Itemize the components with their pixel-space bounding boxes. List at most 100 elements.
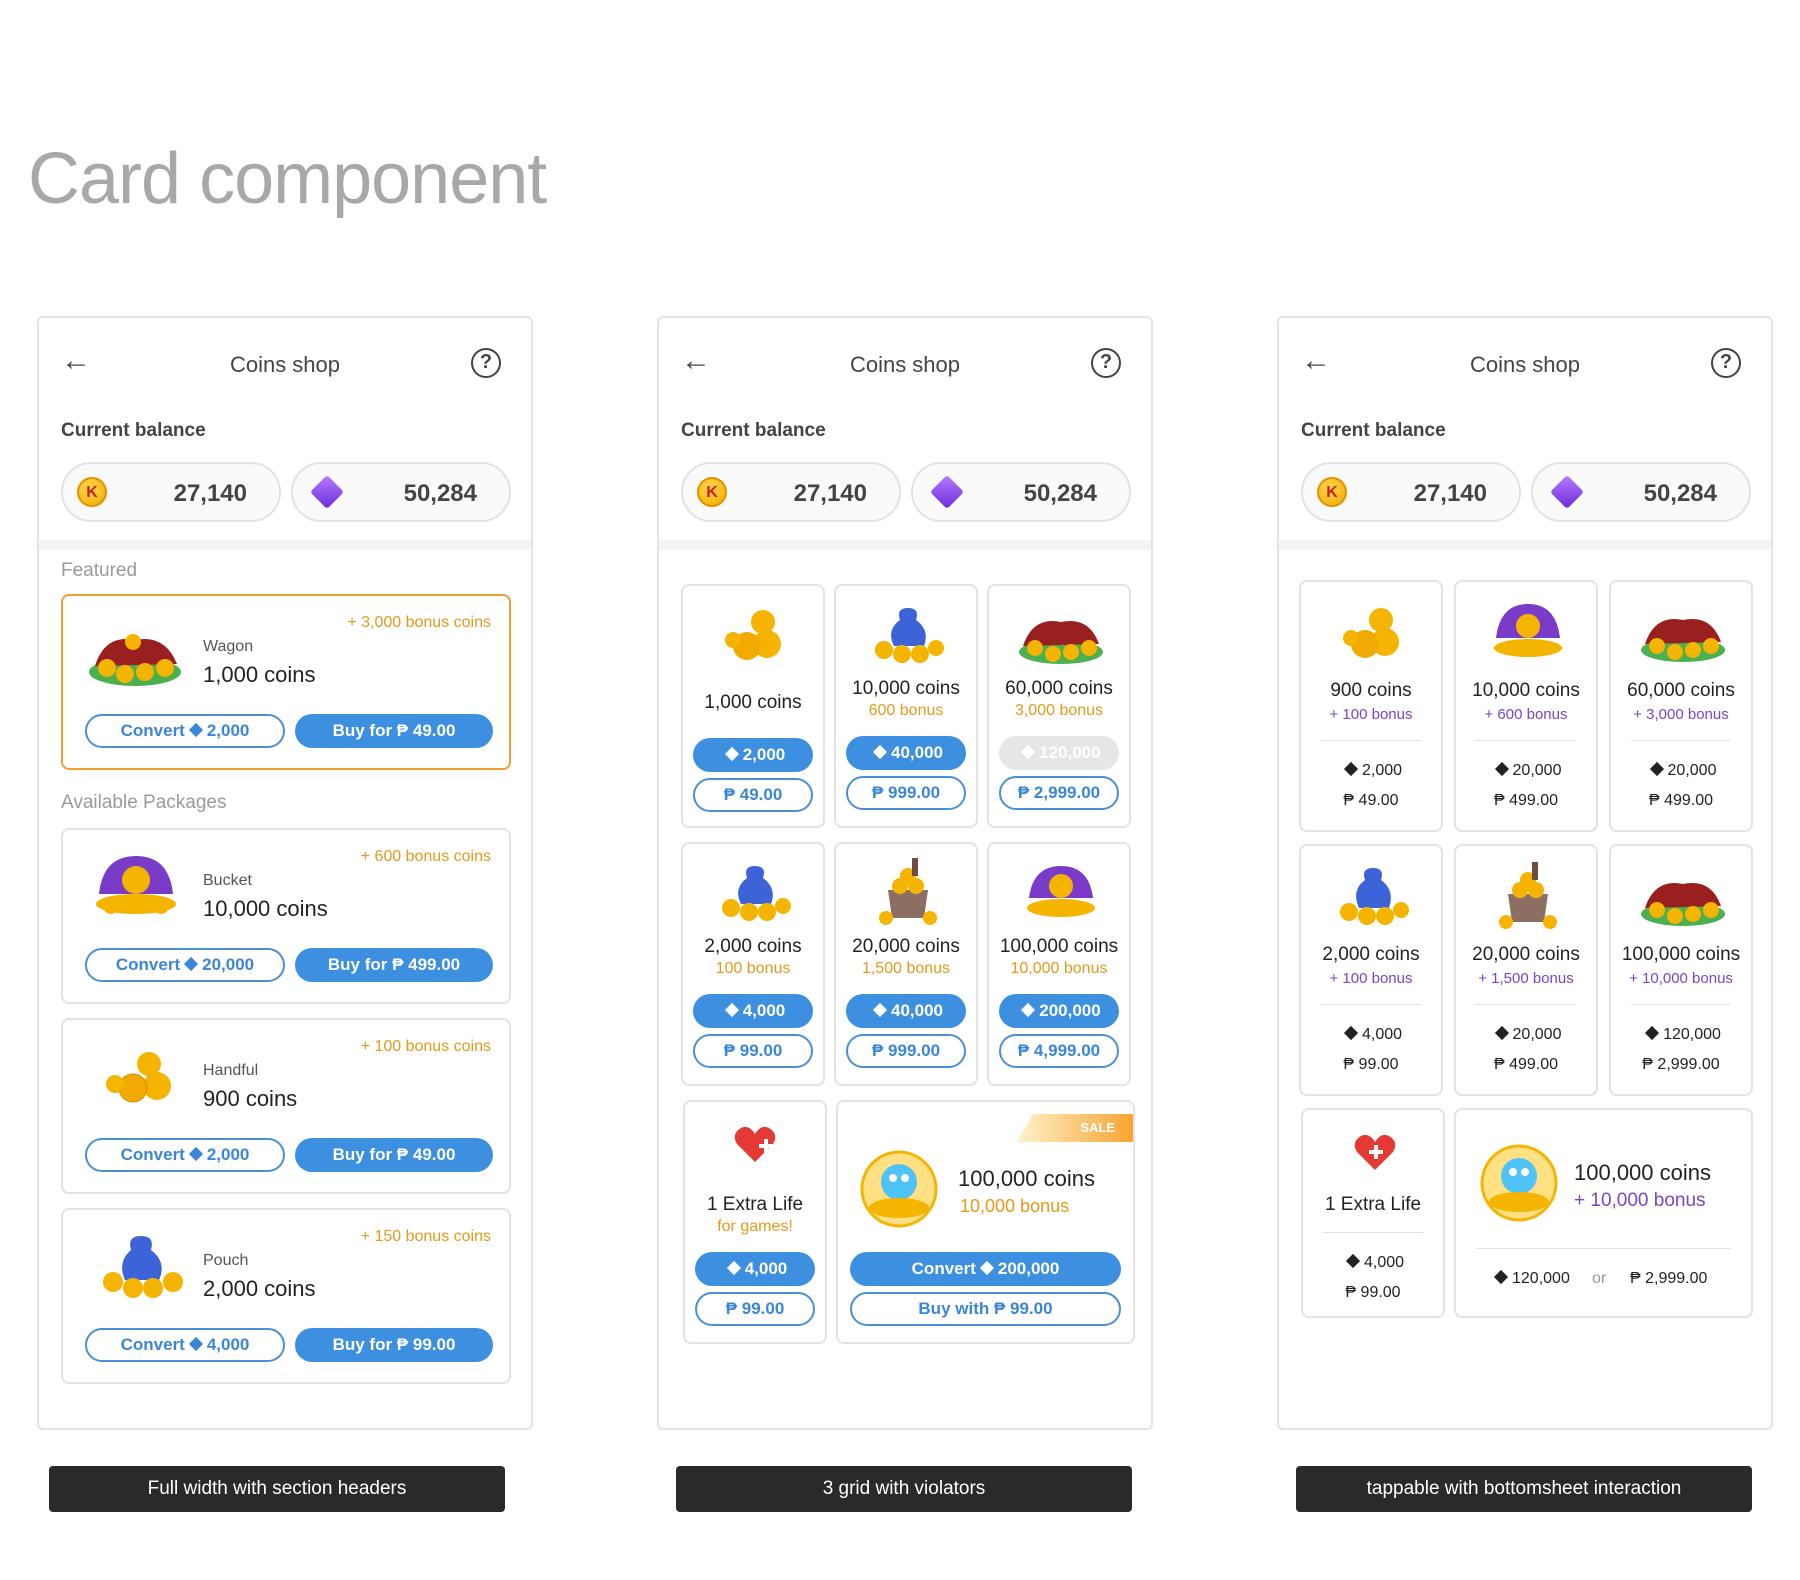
gem-icon xyxy=(310,475,344,509)
tappable-card[interactable]: 100,000 coins + 10,000 bonus 120,000 ₱ 2… xyxy=(1609,844,1753,1096)
buy-button[interactable]: Buy for ₱ 499.00 xyxy=(295,948,493,982)
convert-button[interactable]: Convert 4,000 xyxy=(85,1328,285,1362)
convert-value: 2,000 xyxy=(206,721,250,740)
price-button[interactable]: ₱ 4,999.00 xyxy=(999,1034,1119,1068)
gem-buy-button[interactable]: 200,000 xyxy=(999,994,1119,1028)
package-name: Handful xyxy=(203,1062,259,1079)
package-card-bucket: + 600 bonus coins Bucket 10,000 coins Co… xyxy=(61,828,511,1004)
big-package-card[interactable]: 100,000 coins + 10,000 bonus 120,000 or … xyxy=(1454,1108,1753,1318)
gem-icon xyxy=(1493,1269,1509,1285)
divider xyxy=(1476,1248,1731,1249)
tappable-card[interactable]: 900 coins + 100 bonus 2,000 ₱ 49.00 xyxy=(1299,580,1443,832)
divider xyxy=(659,540,1151,550)
bonus-label: + 600 bonus coins xyxy=(360,848,491,865)
help-icon[interactable]: ? xyxy=(1711,348,1741,378)
grid-card[interactable]: 2,000 coins 100 bonus 4,000 ₱ 99.00 xyxy=(681,842,825,1086)
price-button[interactable]: ₱ 999.00 xyxy=(846,776,966,810)
gem-buy-button[interactable]: 40,000 xyxy=(846,736,966,770)
price-button[interactable]: ₱ 2,999.00 xyxy=(999,776,1119,810)
buy-button[interactable]: Buy for ₱ 49.00 xyxy=(295,714,493,748)
extra-life-card[interactable]: 1 Extra Life for games! 4,000 ₱ 99.00 xyxy=(683,1100,827,1344)
mascot-coins-icon xyxy=(860,1150,938,1228)
sale-card[interactable]: SALE 100,000 coins 10,000 bonus Convert 2… xyxy=(836,1100,1135,1344)
extra-life-subtitle: for games! xyxy=(717,1218,793,1235)
buy-button[interactable]: Buy with ₱ 99.00 xyxy=(850,1292,1121,1326)
card-coins: 2,000 coins xyxy=(704,936,802,957)
gem-buy-button[interactable]: 2,000 xyxy=(693,738,813,772)
caption-3-grid: 3 grid with violators xyxy=(676,1466,1132,1512)
grid-card[interactable]: 100,000 coins 10,000 bonus 200,000 ₱ 4,9… xyxy=(987,842,1131,1086)
price-button[interactable]: ₱ 999.00 xyxy=(846,1034,966,1068)
app-bar: ← Coins shop ? xyxy=(1279,318,1771,408)
grid-card[interactable]: 10,000 coins 600 bonus 40,000 ₱ 999.00 xyxy=(834,584,978,828)
wagon-icon xyxy=(89,634,181,686)
convert-button[interactable]: Convert 2,000 xyxy=(85,1138,285,1172)
grid-card[interactable]: 20,000 coins 1,500 bonus 40,000 ₱ 999.00 xyxy=(834,842,978,1086)
card-coins: 20,000 coins xyxy=(1472,944,1580,965)
package-name: Bucket xyxy=(203,872,252,889)
gem-price-value: 20,000 xyxy=(1512,1026,1562,1043)
package-coins: 2,000 coins xyxy=(203,1276,316,1301)
app-bar: ← Coins shop ? xyxy=(39,318,531,408)
wagon-icon xyxy=(1019,620,1103,664)
balance-label: Current balance xyxy=(681,420,826,441)
caption-tappable: tappable with bottomsheet interaction xyxy=(1296,1466,1752,1512)
divider xyxy=(1323,1232,1423,1233)
tappable-card[interactable]: 10,000 coins + 600 bonus 20,000 ₱ 499.00 xyxy=(1454,580,1598,832)
buy-button[interactable]: Buy for ₱ 49.00 xyxy=(295,1138,493,1172)
convert-button[interactable]: Convert 200,000 xyxy=(850,1252,1121,1286)
gem-buy-button[interactable]: 4,000 xyxy=(693,994,813,1028)
treasure-pot-icon xyxy=(1499,862,1557,929)
card-coins: 2,000 coins xyxy=(1322,944,1420,965)
price-button[interactable]: ₱ 99.00 xyxy=(693,1034,813,1068)
extra-life-card[interactable]: 1 Extra Life 4,000 ₱ 99.00 xyxy=(1301,1108,1445,1318)
gem-buy-button-disabled: 120,000 xyxy=(999,736,1119,770)
gem-icon xyxy=(979,1260,994,1276)
card-bonus: 10,000 bonus xyxy=(1010,960,1108,977)
price-button[interactable]: ₱ 49.00 xyxy=(693,778,813,812)
handful-icon xyxy=(725,610,781,660)
gem-price-value: 20,000 xyxy=(1667,762,1717,779)
coin-balance: 27,140 xyxy=(173,480,247,507)
convert-button[interactable]: Convert 20,000 xyxy=(85,948,285,982)
gem-price-value: 2,000 xyxy=(1361,762,1403,779)
gem-price: 120,000 xyxy=(1611,1025,1751,1044)
card-coins: 1,000 coins xyxy=(704,692,802,713)
grid-card[interactable]: 60,000 coins 3,000 bonus 120,000 ₱ 2,999… xyxy=(987,584,1131,828)
handful-icon xyxy=(106,1052,171,1103)
package-coins: 10,000 coins xyxy=(203,896,328,921)
card-bonus: + 10,000 bonus xyxy=(1629,970,1733,987)
package-coins: 900 coins xyxy=(203,1086,298,1111)
card-coins: 60,000 coins xyxy=(1005,678,1113,699)
gem-price-value: 120,000 xyxy=(1512,1270,1570,1287)
convert-label: Convert xyxy=(120,1335,185,1354)
price-button[interactable]: ₱ 99.00 xyxy=(695,1292,815,1326)
package-coins: 1,000 coins xyxy=(203,662,316,687)
convert-button[interactable]: Convert 2,000 xyxy=(85,714,285,748)
gem-buy-button[interactable]: 4,000 xyxy=(695,1252,815,1286)
app-bar: ← Coins shop ? xyxy=(659,318,1151,408)
cash-price: ₱ 499.00 xyxy=(1493,1056,1559,1073)
card-coins: 900 coins xyxy=(1330,680,1412,701)
gem-buy-button[interactable]: 40,000 xyxy=(846,994,966,1028)
tappable-card[interactable]: 20,000 coins + 1,500 bonus 20,000 ₱ 499.… xyxy=(1454,844,1598,1096)
treasure-pot-icon xyxy=(879,858,937,925)
tappable-card[interactable]: 60,000 coins + 3,000 bonus 20,000 ₱ 499.… xyxy=(1609,580,1753,832)
help-icon[interactable]: ? xyxy=(1091,348,1121,378)
cash-price: ₱ 49.00 xyxy=(1343,792,1399,809)
gem-price: 2,000 xyxy=(742,745,786,764)
tappable-card[interactable]: 2,000 coins + 100 bonus 4,000 ₱ 99.00 xyxy=(1299,844,1443,1096)
gem-icon xyxy=(1550,475,1584,509)
card-coins: 20,000 coins xyxy=(852,936,960,957)
gem-icon xyxy=(188,1146,203,1162)
card-coins: 10,000 coins xyxy=(1472,680,1580,701)
buy-button[interactable]: Buy for ₱ 99.00 xyxy=(295,1328,493,1362)
grid-card[interactable]: 1,000 coins 2,000 ₱ 49.00 xyxy=(681,584,825,828)
help-icon[interactable]: ? xyxy=(471,348,501,378)
mascot-coins-icon xyxy=(1480,1144,1558,1222)
convert-label: Convert xyxy=(120,1145,185,1164)
card-bonus: + 100 bonus xyxy=(1329,970,1413,987)
gem-price: 4,000 xyxy=(1301,1025,1441,1044)
convert-value: 200,000 xyxy=(997,1259,1060,1278)
card-coins: 60,000 coins xyxy=(1627,680,1735,701)
